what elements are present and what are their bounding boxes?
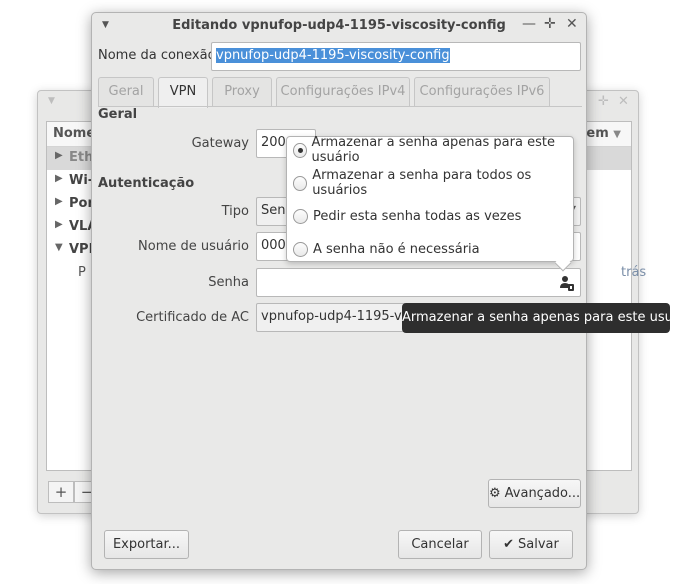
option-store-all-users[interactable]: Armazenar a senha para todos os usuários bbox=[293, 168, 573, 198]
gear-icon: ⚙ bbox=[489, 486, 501, 501]
dialog-title: Editando vpnufop-udp4-1195-viscosity-con… bbox=[172, 18, 506, 33]
column-header-right[interactable]: em ▼ bbox=[586, 126, 621, 141]
save-button[interactable]: ✔ Salvar bbox=[489, 530, 573, 559]
list-sub-item[interactable]: P bbox=[78, 265, 86, 280]
expander-right-icon[interactable]: ▶ bbox=[55, 150, 63, 161]
ca-certificate-select[interactable]: vpnufop-udp4-1195-viscos bbox=[256, 303, 406, 332]
expander-right-icon[interactable]: ▶ bbox=[55, 173, 63, 184]
checkmark-icon: ✔ bbox=[503, 537, 515, 552]
tab-proxy[interactable]: Proxy bbox=[212, 77, 272, 106]
expander-right-icon[interactable]: ▶ bbox=[55, 219, 63, 230]
option-ask-every-time[interactable]: Pedir esta senha todas as vezes bbox=[293, 205, 521, 227]
edit-connection-dialog: ▼ Editando vpnufop-udp4-1195-viscosity-c… bbox=[91, 12, 587, 570]
username-label: Nome de usuário bbox=[138, 239, 249, 254]
type-label: Tipo bbox=[221, 204, 249, 219]
radio-checked-icon[interactable] bbox=[293, 142, 307, 158]
radio-icon[interactable] bbox=[293, 208, 308, 224]
connection-name-input[interactable]: vpnufop-udp4-1195-viscosity-config bbox=[211, 42, 581, 71]
dialog-titlebar: ▼ Editando vpnufop-udp4-1195-viscosity-c… bbox=[92, 13, 586, 39]
connection-name-label: Nome da conexão bbox=[98, 48, 216, 63]
password-storage-icon[interactable] bbox=[560, 275, 574, 291]
advanced-button[interactable]: ⚙ Avançado... bbox=[488, 479, 581, 508]
section-general-heading: Geral bbox=[98, 107, 138, 122]
password-storage-popover: Armazenar a senha apenas para este usuár… bbox=[286, 135, 574, 272]
section-auth-heading: Autenticação bbox=[98, 176, 195, 191]
maximize-icon[interactable]: ✛ bbox=[598, 94, 609, 109]
tab-divider bbox=[98, 106, 582, 107]
cancel-button[interactable]: Cancelar bbox=[398, 530, 482, 559]
gateway-label: Gateway bbox=[191, 136, 249, 151]
tab-geral[interactable]: Geral bbox=[98, 77, 154, 106]
password-storage-tooltip: Armazenar a senha apenas para este usuár… bbox=[402, 303, 677, 333]
option-store-this-user[interactable]: Armazenar a senha apenas para este usuár… bbox=[293, 135, 573, 165]
close-icon[interactable]: ✕ bbox=[618, 94, 629, 109]
minimize-icon[interactable]: — bbox=[522, 16, 536, 32]
tab-vpn[interactable]: VPN bbox=[158, 77, 208, 108]
background-side-text: trás bbox=[621, 265, 647, 280]
add-connection-button[interactable]: + bbox=[48, 481, 74, 503]
tab-ipv6[interactable]: Configurações IPv6 bbox=[414, 77, 550, 106]
password-input[interactable] bbox=[256, 268, 581, 297]
close-icon[interactable]: ✕ bbox=[566, 16, 578, 32]
ca-certificate-label: Certificado de AC bbox=[136, 310, 249, 325]
sort-down-icon: ▼ bbox=[613, 129, 621, 140]
radio-icon[interactable] bbox=[293, 241, 308, 257]
window-menu-icon[interactable]: ▼ bbox=[48, 96, 55, 106]
option-not-required[interactable]: A senha não é necessária bbox=[293, 238, 480, 260]
maximize-icon[interactable]: ✛ bbox=[544, 16, 556, 32]
radio-icon[interactable] bbox=[293, 175, 308, 191]
expander-down-icon[interactable]: ▼ bbox=[55, 242, 63, 253]
tab-ipv4[interactable]: Configurações IPv4 bbox=[276, 77, 410, 106]
export-button[interactable]: Exportar... bbox=[104, 530, 189, 559]
password-label: Senha bbox=[208, 275, 249, 290]
expander-right-icon[interactable]: ▶ bbox=[55, 196, 63, 207]
